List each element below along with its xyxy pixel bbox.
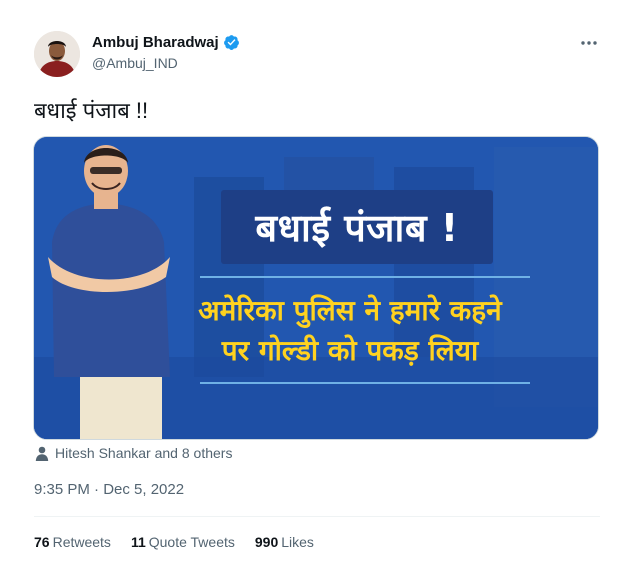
author-name[interactable]: Ambuj Bharadwaj [92,34,219,51]
author-name-row[interactable]: Ambuj Bharadwaj [92,34,240,51]
quote-tweets-count: 11 [130,534,146,550]
divider [34,516,600,517]
media-subtitle-line2: पर गोल्डी को पकड़ लिया [221,334,479,367]
media-subtitle-line1: अमेरिका पुलिस ने हमारे कहने [198,294,502,327]
more-horizontal-icon [581,41,597,45]
media-title-banner: बधाई पंजाब ! [221,190,493,264]
retweets-count: 76 [34,534,50,550]
likes-label: Likes [281,534,314,550]
retweets-label: Retweets [52,534,111,550]
tweet-stats: 76 Retweets 11 Quote Tweets 990 Likes [34,534,334,550]
author-handle[interactable]: @Ambuj_IND [92,55,178,71]
tweet-timestamp[interactable]: 9:35 PM · Dec 5, 2022 [34,481,184,498]
media-subtitle: अमेरिका पुलिस ने हमारे कहने पर गोल्डी को… [180,288,520,374]
likes-count: 990 [254,534,279,550]
retweets-stat[interactable]: 76 Retweets [34,534,111,550]
verified-badge-icon [223,35,239,50]
more-options-button[interactable] [574,32,604,54]
media-divider-bottom [200,382,530,384]
tagged-people-text[interactable]: Hitesh Shankar and 8 others [55,445,232,461]
quote-tweets-stat[interactable]: 11 Quote Tweets [131,534,235,550]
person-icon [35,446,49,461]
author-avatar[interactable] [34,31,80,77]
tweet-text: बधाई पंजाब !! [34,98,149,123]
tagged-people-link[interactable]: Hitesh Shankar and 8 others [35,445,232,461]
quote-tweets-label: Quote Tweets [148,534,235,550]
media-divider-top [200,276,530,278]
likes-stat[interactable]: 990 Likes [255,534,314,550]
avatar-image [34,31,80,77]
